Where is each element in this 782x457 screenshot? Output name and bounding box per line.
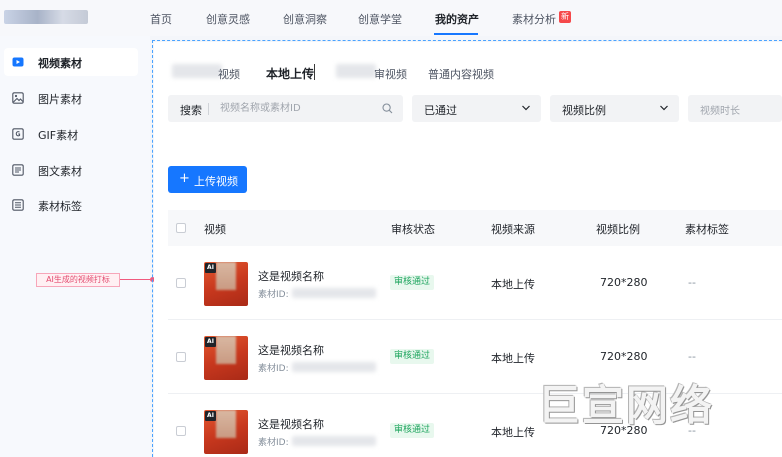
plus-icon: + (179, 171, 190, 186)
tag-icon (12, 199, 24, 211)
top-nav: 首页 创意灵感 创意洞察 创意学堂 我的资产 素材分析 新 (0, 0, 782, 36)
chevron-down-icon (660, 105, 668, 111)
video-name: 这是视频名称 (258, 418, 324, 431)
thumbnail-blur (216, 336, 236, 364)
material-id: 素材ID: (258, 438, 289, 448)
video-thumbnail[interactable]: AI (204, 410, 248, 454)
search-filter: 搜索 (168, 95, 403, 122)
table-row: AI 这是视频名称 素材ID: 审核通过 本地上传 720*280 -- (168, 246, 782, 320)
status-select-value: 已通过 (424, 104, 457, 117)
duration-select[interactable]: 视频时长 (688, 95, 782, 122)
active-nav-indicator (434, 33, 478, 35)
annotation-tag: AI生成的视频打标 (36, 273, 120, 287)
sidebar-item-tags[interactable]: 素材标签 (4, 191, 138, 219)
sidebar-item-article[interactable]: 图文素材 (4, 156, 138, 184)
nav-insight[interactable]: 创意洞察 (283, 11, 327, 27)
video-icon (12, 57, 24, 67)
video-thumbnail[interactable]: AI (204, 262, 248, 306)
sidebar-item-label: GIF素材 (38, 129, 79, 142)
material-tags: -- (688, 276, 696, 289)
sidebar-item-video[interactable]: 视频素材 (4, 48, 138, 76)
upload-video-label: 上传视频 (194, 175, 238, 188)
video-ratio: 720*280 (600, 276, 648, 289)
search-divider (208, 103, 209, 115)
tab-video[interactable]: 视频 (218, 66, 240, 82)
sidebar-item-label: 图文素材 (38, 165, 82, 178)
guide-line-horizontal (152, 40, 782, 41)
column-header-status: 审核状态 (391, 223, 435, 236)
material-id: 素材ID: (258, 364, 289, 374)
video-thumbnail[interactable]: AI (204, 336, 248, 380)
ratio-select-value: 视频比例 (562, 104, 606, 117)
material-id: 素材ID: (258, 290, 289, 300)
watermark: 巨宣网络 (538, 381, 715, 430)
sidebar-item-label: 视频素材 (38, 57, 82, 70)
video-name: 这是视频名称 (258, 344, 324, 357)
redacted-id (292, 436, 376, 446)
row-checkbox[interactable] (176, 426, 186, 436)
article-icon (12, 164, 24, 176)
sidebar-item-label: 素材标签 (38, 200, 82, 213)
blurred-tab-prefix (336, 64, 376, 78)
status-select[interactable]: 已通过 (412, 95, 541, 122)
material-tags: -- (688, 350, 696, 363)
logo[interactable] (4, 10, 88, 24)
column-header-video: 视频 (204, 223, 226, 236)
tab-normal-content-video[interactable]: 普通内容视频 (428, 66, 494, 82)
column-header-ratio: 视频比例 (596, 223, 640, 236)
nav-inspiration[interactable]: 创意灵感 (206, 11, 250, 27)
row-checkbox[interactable] (176, 352, 186, 362)
nav-my-assets[interactable]: 我的资产 (435, 11, 479, 27)
thumbnail-blur (216, 410, 236, 438)
image-icon (12, 92, 24, 104)
new-badge: 新 (559, 11, 571, 23)
status-badge: 审核通过 (390, 275, 435, 290)
status-badge: 审核通过 (390, 423, 435, 438)
select-all-checkbox[interactable] (176, 223, 186, 233)
ai-badge: AI (205, 337, 216, 347)
sidebar-item-label: 图片素材 (38, 93, 82, 106)
column-header-tags: 素材标签 (685, 223, 729, 236)
gif-icon (12, 128, 24, 140)
nav-material-analysis[interactable]: 素材分析 (512, 11, 556, 27)
ratio-select[interactable]: 视频比例 (550, 95, 679, 122)
upload-video-button[interactable]: + 上传视频 (168, 166, 247, 193)
annotation-line (120, 279, 150, 280)
video-source: 本地上传 (491, 352, 535, 365)
video-source: 本地上传 (491, 426, 535, 439)
redacted-id (292, 362, 376, 372)
ai-badge: AI (205, 263, 216, 273)
video-name: 这是视频名称 (258, 270, 324, 283)
ai-badge: AI (205, 411, 216, 421)
video-source: 本地上传 (491, 278, 535, 291)
duration-select-placeholder: 视频时长 (700, 106, 740, 117)
tab-local-upload[interactable]: 本地上传 (266, 65, 314, 82)
nav-academy[interactable]: 创意学堂 (358, 11, 402, 27)
sidebar-item-gif[interactable]: GIF素材 (4, 120, 138, 148)
row-checkbox[interactable] (176, 278, 186, 288)
search-label: 搜索 (180, 104, 202, 117)
thumbnail-blur (216, 262, 236, 290)
blurred-tab-prefix (172, 64, 222, 78)
chevron-down-icon (522, 105, 530, 111)
search-icon[interactable] (382, 103, 393, 114)
sidebar-item-image[interactable]: 图片素材 (4, 84, 138, 112)
sidebar: 视频素材 图片素材 GIF素材 图文素材 素材标签 (0, 36, 150, 457)
tab-review-video[interactable]: 审视频 (374, 66, 407, 82)
tab-separator (314, 64, 315, 80)
nav-home[interactable]: 首页 (150, 11, 172, 27)
column-header-source: 视频来源 (491, 223, 535, 236)
search-input[interactable] (220, 100, 370, 116)
guide-line-vertical (152, 40, 153, 457)
table-header: 视频 审核状态 视频来源 视频比例 素材标签 (168, 210, 782, 246)
redacted-id (292, 288, 376, 298)
video-ratio: 720*280 (600, 350, 648, 363)
status-badge: 审核通过 (390, 349, 435, 364)
